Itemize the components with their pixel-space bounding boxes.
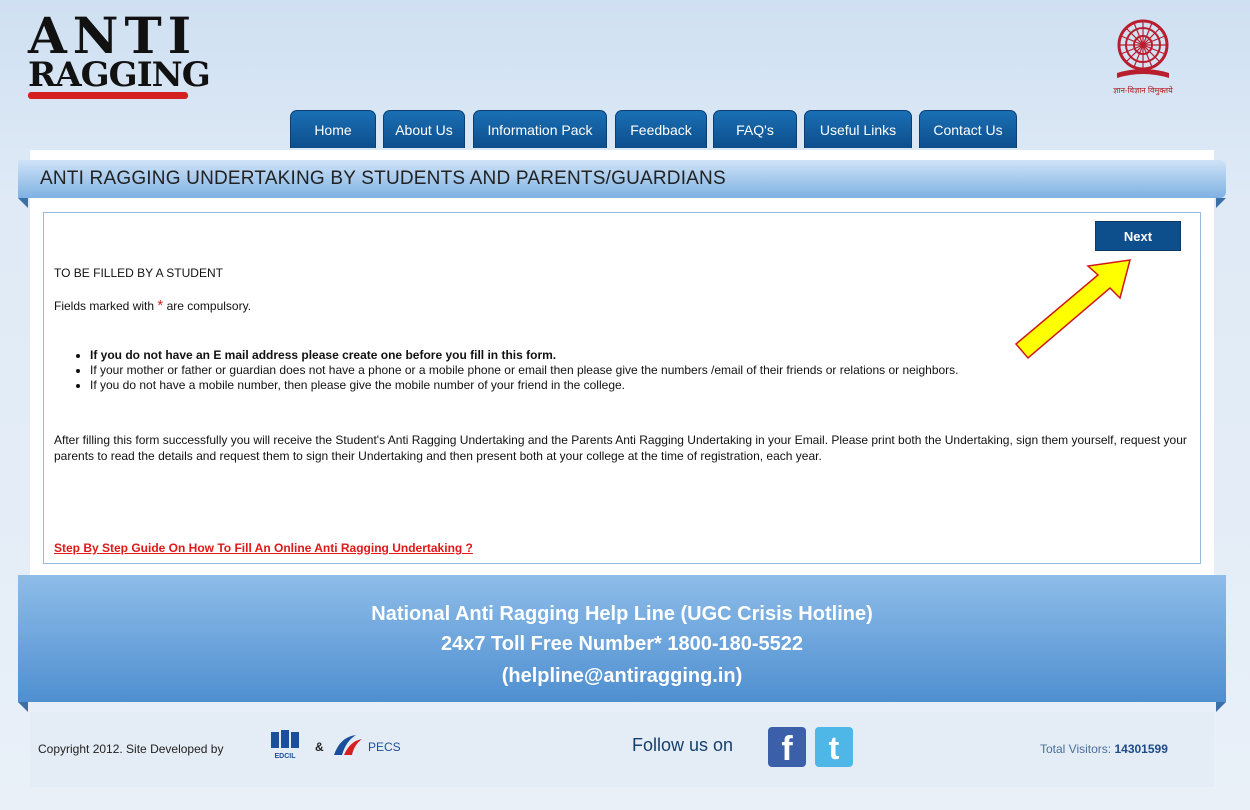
next-button[interactable]: Next (1095, 221, 1181, 251)
nav-useful-links[interactable]: Useful Links (804, 110, 912, 148)
facebook-icon[interactable]: f (768, 727, 806, 768)
page-title-bar: ANTI RAGGING UNDERTAKING BY STUDENTS AND… (18, 160, 1226, 198)
helpline-fold-left (18, 702, 28, 712)
step-by-step-guide-link[interactable]: Step By Step Guide On How To Fill An Onl… (54, 541, 473, 555)
follow-us-text: Follow us on (632, 735, 734, 755)
helpline-fold-right (1216, 702, 1226, 712)
nav-home[interactable]: Home (290, 110, 376, 148)
visitors-count: 14301599 (1114, 742, 1168, 756)
page-title: ANTI RAGGING UNDERTAKING BY STUDENTS AND… (40, 168, 726, 189)
ugc-emblem: ज्ञान-विज्ञान विमुक्तये (1095, 15, 1191, 97)
title-fold-left (18, 198, 28, 208)
edcil-label: EDCIL (275, 753, 297, 760)
helpline-email[interactable]: (helpline@antiragging.in) (18, 665, 1226, 688)
helpline-title: National Anti Ragging Help Line (UGC Cri… (371, 603, 873, 625)
edcil-logo-icon[interactable]: EDCIL (265, 728, 305, 760)
ampersand: & (315, 740, 324, 754)
compulsory-suffix: are compulsory. (166, 299, 252, 313)
nav-feedback[interactable]: Feedback (615, 110, 707, 148)
helpline-number: 24x7 Toll Free Number* 1800-180-5522 (440, 633, 804, 655)
logo-line2: RAGGING (28, 55, 211, 95)
header: ANTI RAGGING ज्ञान-विज्ञान विमुक्तये Hom… (0, 0, 1250, 150)
logo-line1: ANTI (28, 6, 198, 65)
compulsory-note: Fields marked with * are compulsory. (54, 297, 251, 314)
helpline-banner: National Anti Ragging Help Line (UGC Cri… (18, 575, 1226, 702)
anti-ragging-logo[interactable]: ANTI RAGGING (28, 6, 211, 102)
compulsory-prefix: Fields marked with (54, 299, 155, 313)
title-fold-right (1216, 198, 1226, 208)
instructions-paragraph: After filling this form successfully you… (54, 433, 1187, 463)
fill-heading: TO BE FILLED BY A STUDENT (54, 266, 223, 280)
list-item: If you do not have a mobile number, then… (90, 378, 1230, 393)
twitter-icon[interactable]: t (815, 727, 853, 767)
pecs-label: PECS (368, 740, 401, 754)
emblem-caption: ज्ञान-विज्ञान विमुक्तये (1113, 86, 1173, 95)
nav-about-us[interactable]: About Us (383, 110, 465, 148)
logo-underline (28, 92, 188, 99)
visitors-label: Total Visitors: (1040, 742, 1112, 756)
copyright-text: Copyright 2012. Site Developed by (38, 742, 224, 756)
nav-faqs[interactable]: FAQ's (713, 110, 797, 148)
total-visitors: Total Visitors: 14301599 (1040, 742, 1168, 756)
required-star: * (157, 297, 164, 314)
pecs-logo-icon[interactable]: PECS (330, 733, 412, 759)
yellow-arrow-icon (1014, 259, 1132, 360)
nav-contact-us[interactable]: Contact Us (919, 110, 1017, 148)
nav-information-pack[interactable]: Information Pack (473, 110, 607, 148)
